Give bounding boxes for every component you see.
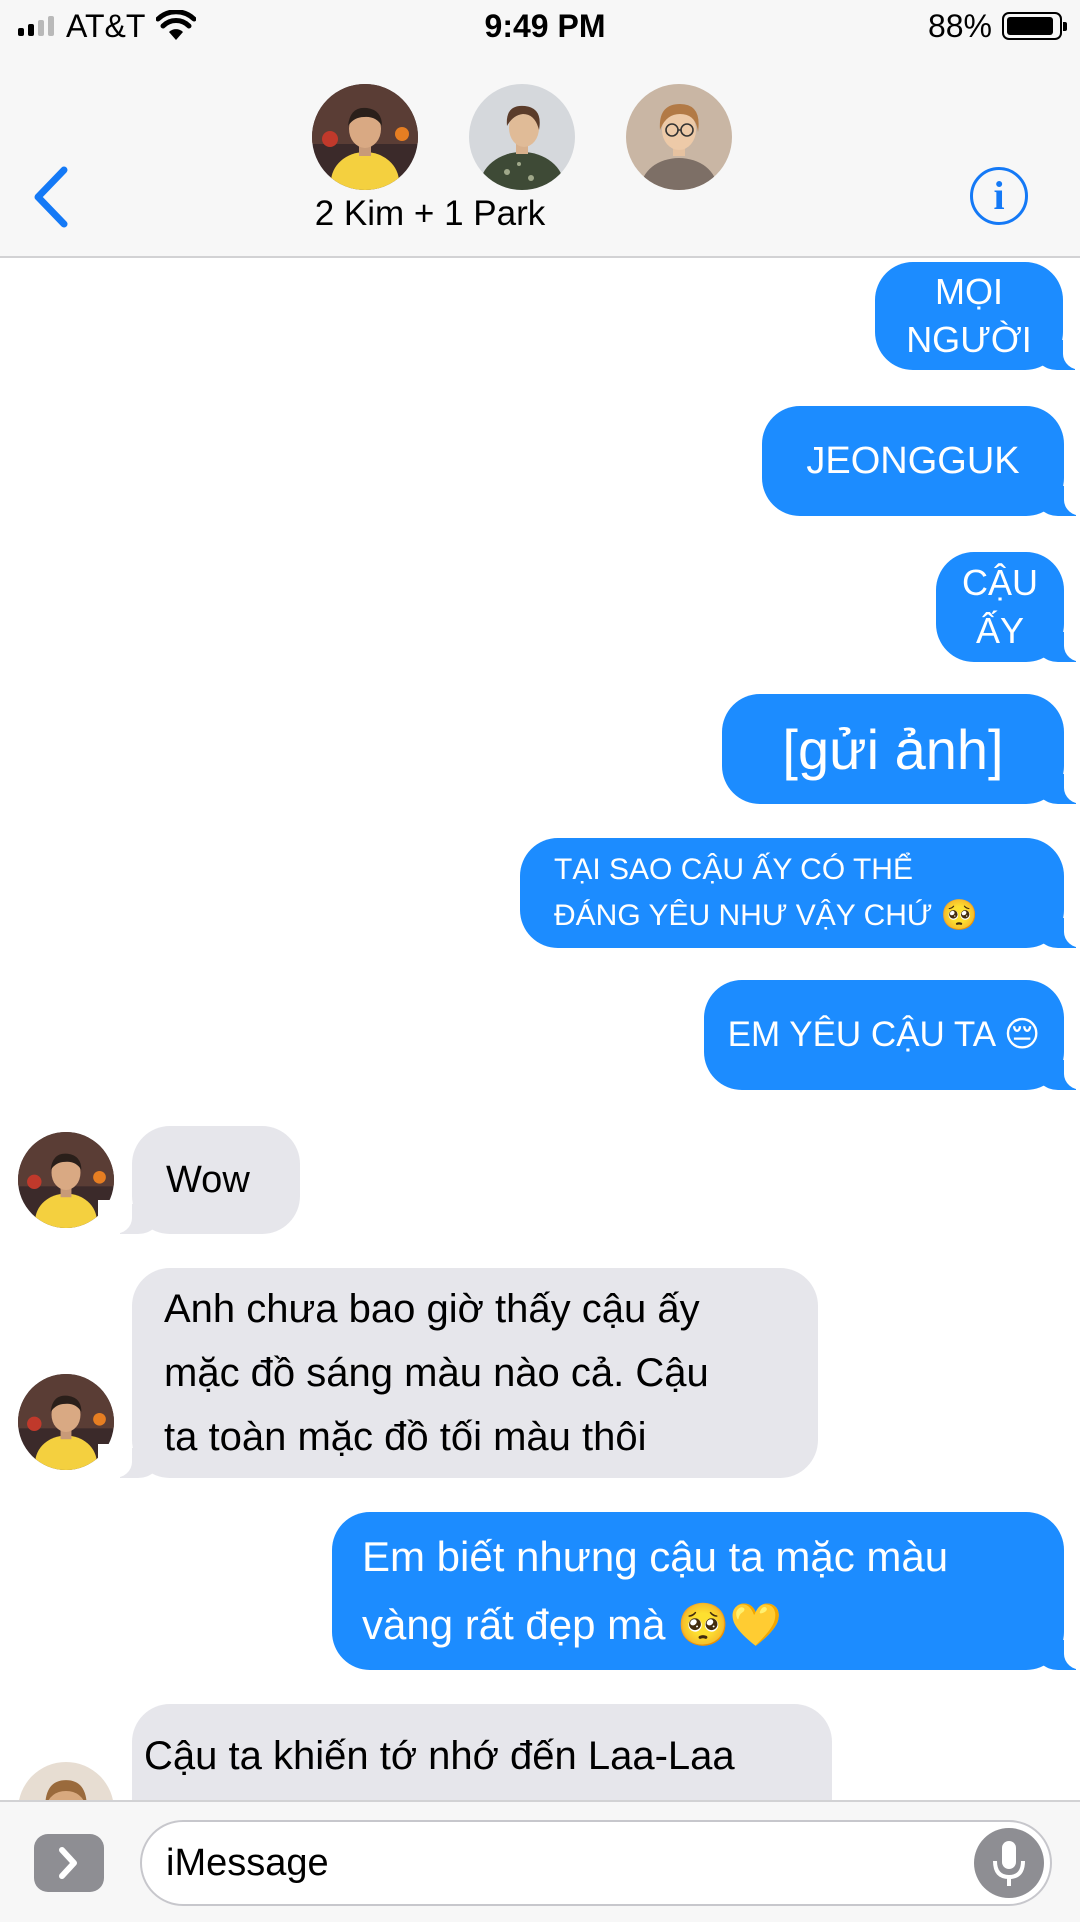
message-text: JEONGGUK — [806, 439, 1020, 482]
message-text: TẠI SAO CẬU ẤY CÓ THỂ ĐÁNG YÊU NHƯ VẬY C… — [554, 853, 979, 933]
pleading-face-emoji: 🥺 — [940, 898, 979, 933]
message-text: Wow — [166, 1158, 250, 1201]
message-bubble[interactable]: CẬU ẤY — [936, 552, 1080, 662]
message-bubble[interactable]: TẠI SAO CẬU ẤY CÓ THỂ ĐÁNG YÊU NHƯ VẬY C… — [520, 838, 1080, 948]
pleading-heart-emoji: 🥺💛 — [677, 1600, 782, 1649]
message-input-placeholder: iMessage — [166, 1842, 329, 1884]
composer-bar: iMessage — [0, 1800, 1080, 1922]
message-bubble[interactable]: JEONGGUK — [762, 406, 1080, 516]
message-bubble[interactable]: [gửi ảnh] — [722, 694, 1080, 804]
message-text: EM YÊU CẬU TA 😔 — [727, 1015, 1041, 1055]
app-store-icon[interactable] — [34, 1834, 104, 1892]
message-bubble[interactable]: EM YÊU CẬU TA 😔 — [704, 980, 1080, 1090]
message-text: Em biết nhưng cậu ta mặc màu vàng rất đẹ… — [362, 1533, 949, 1649]
pensive-face-emoji: 😔 — [1003, 1015, 1041, 1055]
battery-icon — [1002, 12, 1067, 40]
message-text: [gửi ảnh] — [782, 717, 1004, 781]
info-icon[interactable]: i — [970, 167, 1028, 225]
chevron-left-icon[interactable] — [26, 164, 76, 230]
battery-percent: 88% — [927, 8, 992, 44]
message-bubble[interactable]: Anh chưa bao giờ thấy cậu ấy mặc đồ sáng… — [98, 1268, 818, 1478]
microphone-icon[interactable] — [974, 1828, 1044, 1898]
message-text: Cậu ta khiến tớ nhớ đến Laa-Laa — [144, 1734, 735, 1778]
message-text: CẬU ẤY — [961, 562, 1038, 651]
message-input[interactable]: iMessage — [140, 1820, 1052, 1906]
group-avatar-3[interactable] — [626, 84, 732, 190]
group-avatar-2[interactable] — [469, 84, 575, 190]
group-avatar-1[interactable] — [312, 84, 418, 190]
conversation-header: 2 Kim + 1 Park i — [0, 54, 1080, 258]
message-bubble[interactable]: MỌI NGƯỜI — [875, 262, 1080, 370]
group-name[interactable]: 2 Kim + 1 Park — [230, 194, 630, 234]
status-bar: AT&T 9:49 PM 88% — [0, 0, 1080, 54]
message-text: Anh chưa bao giờ thấy cậu ấy mặc đồ sáng… — [164, 1287, 709, 1459]
message-text: MỌI NGƯỜI — [906, 271, 1032, 360]
message-bubble[interactable]: Wow — [98, 1126, 300, 1234]
status-time: 9:49 PM — [484, 8, 606, 44]
message-bubble[interactable]: Em biết nhưng cậu ta mặc màu vàng rất đẹ… — [332, 1512, 1080, 1670]
